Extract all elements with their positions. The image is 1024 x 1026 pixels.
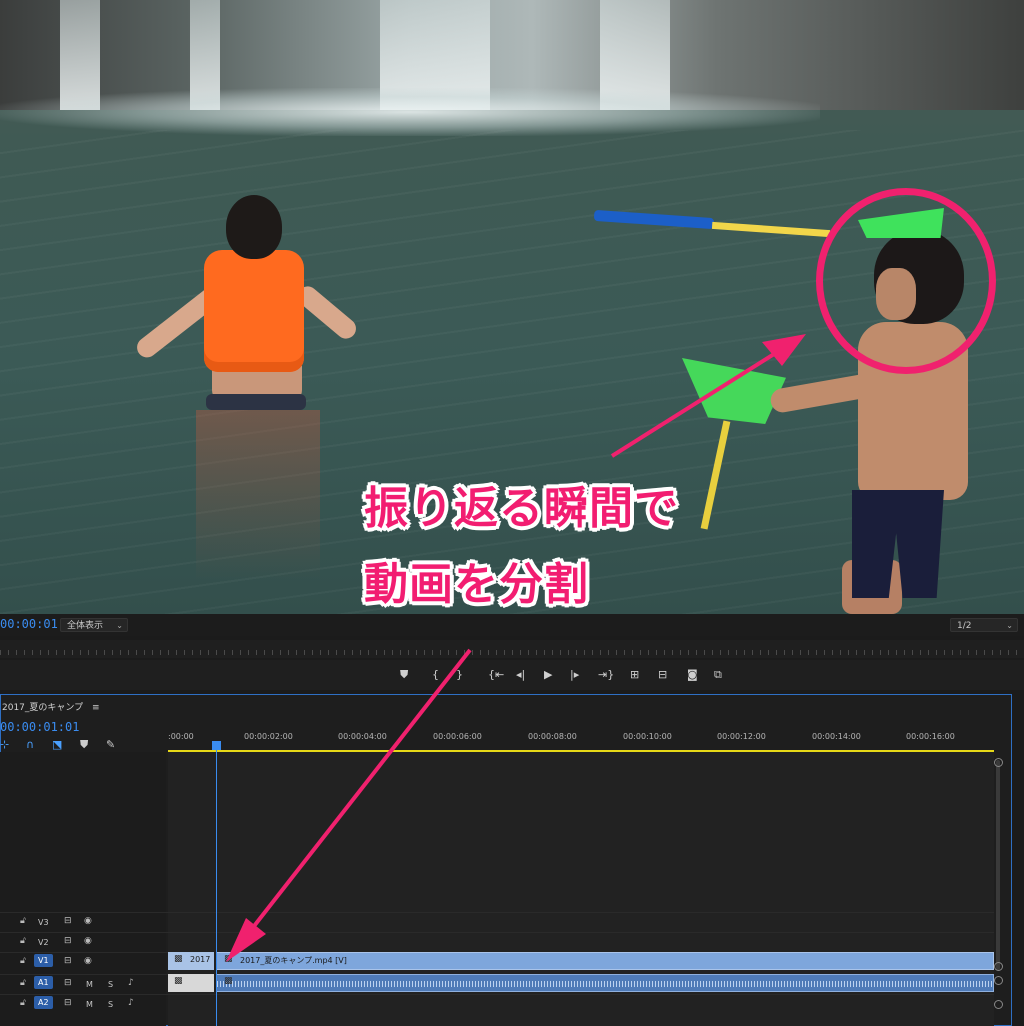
transport-controls [0, 660, 1024, 690]
ruler-tick: 00:00:10:00 [623, 732, 672, 741]
solo-button[interactable]: S [108, 1000, 113, 1009]
sync-lock-icon[interactable]: ⊟ [64, 978, 72, 988]
eye-icon[interactable]: ◉ [84, 956, 92, 966]
fx-icon: ▩ [224, 954, 233, 964]
go-to-in-icon[interactable]: {⇤ [488, 668, 504, 681]
highlight-circle [816, 188, 996, 374]
fit-select[interactable]: 全体表示 ⌄ [60, 618, 128, 632]
resolution-select[interactable]: 1/2 ⌄ [950, 618, 1018, 632]
orange-reflection [196, 410, 320, 580]
overwrite-icon[interactable]: ⊟ [658, 668, 667, 681]
marker-icon[interactable]: ⛊ [400, 668, 408, 682]
ruler-tick: 00:00:04:00 [338, 732, 387, 741]
microphone-icon[interactable]: ♪ [128, 998, 134, 1008]
lock-icon[interactable]: 🔓︎ [20, 916, 26, 926]
track-label-v2[interactable]: V2 [38, 938, 49, 947]
add-marker-icon[interactable]: ⛊ [80, 738, 88, 752]
track-label-a1[interactable]: A1 [34, 976, 53, 989]
go-to-out-icon[interactable]: ⇥} [598, 668, 614, 681]
camera-icon[interactable]: ◙ [687, 668, 698, 681]
fit-select-value: 全体表示 [67, 621, 104, 631]
screenshot-root: 振り返る瞬間で 動画を分割 00:00:01:01 全体表示 ⌄ 1/2 ⌄ ⛊ {… [0, 0, 1024, 1026]
sync-lock-icon[interactable]: ⊟ [64, 956, 72, 966]
annotation-caption: 振り返る瞬間で [364, 483, 679, 534]
child-head [226, 195, 282, 259]
step-back-icon[interactable]: ◂| [516, 668, 525, 681]
compare-icon[interactable]: ⧉ [714, 668, 722, 682]
scroll-knob[interactable] [994, 976, 1003, 985]
clip-name: 2017_夏のキャンプ.mp4 [V] [240, 956, 347, 965]
water-foam [0, 88, 820, 136]
fx-icon: ▩ [174, 954, 183, 964]
scroll-knob[interactable] [994, 758, 1003, 767]
solo-button[interactable]: S [108, 980, 113, 989]
insert-icon[interactable]: ⊞ [630, 668, 639, 681]
track-row-v2 [0, 932, 994, 951]
lock-icon[interactable]: 🔓︎ [20, 998, 26, 1008]
panel-menu-icon[interactable]: ≡ [92, 703, 100, 713]
ruler-tick: :00:00 [168, 732, 194, 741]
mute-button[interactable]: M [86, 980, 93, 989]
monitor-mini-ruler[interactable] [0, 640, 1024, 658]
timeline-timecode[interactable]: 00:00:01:01 [0, 720, 79, 734]
resolution-select-value: 1/2 [957, 621, 972, 631]
child-shorts [206, 394, 306, 410]
ruler-tick: 00:00:16:00 [906, 732, 955, 741]
nest-icon[interactable]: ⊹ [0, 738, 9, 751]
fx-icon: ▩ [174, 976, 183, 986]
fx-icon: ▩ [224, 976, 233, 986]
sequence-tab[interactable]: 2017_夏のキャンプ ≡ [2, 700, 100, 713]
clip-name: 2017 [190, 955, 211, 964]
life-vest [204, 250, 304, 372]
lock-icon[interactable]: 🔓︎ [20, 978, 26, 988]
lock-icon[interactable]: 🔓︎ [20, 956, 26, 966]
eye-icon[interactable]: ◉ [84, 936, 92, 946]
track-label-v3[interactable]: V3 [38, 918, 49, 927]
track-row-a2 [0, 994, 994, 1013]
step-forward-icon[interactable]: |▸ [570, 668, 579, 681]
out-point-icon[interactable]: } [456, 668, 463, 681]
wrench-icon[interactable]: ✎ [106, 738, 115, 751]
ruler-tick: 00:00:02:00 [244, 732, 293, 741]
scroll-knob[interactable] [994, 1000, 1003, 1009]
scroll-knob[interactable] [994, 962, 1003, 971]
microphone-icon[interactable]: ♪ [128, 978, 134, 988]
in-point-icon[interactable]: { [432, 668, 439, 681]
linked-selection-icon[interactable]: ⬔ [52, 738, 62, 751]
track-label-a2[interactable]: A2 [34, 996, 53, 1009]
track-label-v1[interactable]: V1 [34, 954, 53, 967]
ruler-tick: 00:00:08:00 [528, 732, 577, 741]
eye-icon[interactable]: ◉ [84, 916, 92, 926]
ruler-tick: 00:00:14:00 [812, 732, 861, 741]
play-icon[interactable]: ▶ [544, 668, 552, 681]
ruler-tick: 00:00:06:00 [433, 732, 482, 741]
lock-icon[interactable]: 🔓︎ [20, 936, 26, 946]
chevron-down-icon: ⌄ [1006, 621, 1013, 630]
track-row-v3 [0, 912, 994, 931]
chevron-down-icon: ⌄ [116, 621, 123, 630]
annotation-caption: 動画を分割 [364, 559, 589, 610]
sequence-name: 2017_夏のキャンプ [2, 703, 84, 713]
snap-icon[interactable]: ∩ [26, 738, 34, 751]
sync-lock-icon[interactable]: ⊟ [64, 916, 72, 926]
ruler-tick: 00:00:12:00 [717, 732, 766, 741]
mute-button[interactable]: M [86, 1000, 93, 1009]
playhead-line[interactable] [216, 748, 217, 1026]
audio-clip[interactable] [168, 974, 994, 992]
sync-lock-icon[interactable]: ⊟ [64, 998, 72, 1008]
video-frame: 振り返る瞬間で 動画を分割 [0, 0, 1024, 614]
sync-lock-icon[interactable]: ⊟ [64, 936, 72, 946]
monitor-bar [0, 614, 1024, 636]
vertical-scrollbar[interactable] [996, 760, 1000, 970]
